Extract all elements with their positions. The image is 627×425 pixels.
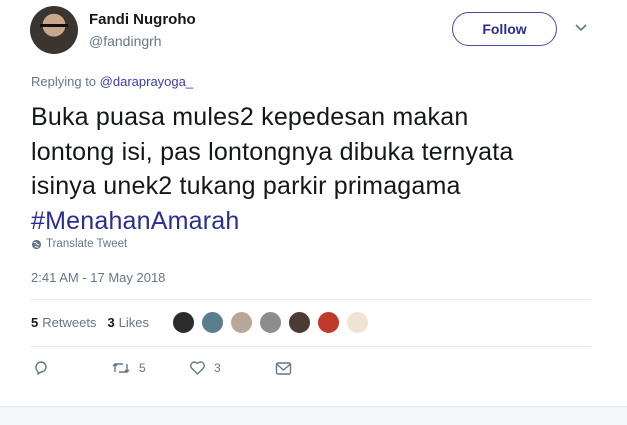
heart-icon [190, 361, 205, 375]
like-action[interactable]: 3 [189, 360, 275, 376]
tweet-line: Buka puasa mules2 kepedesan makan [31, 103, 469, 131]
likes-stat[interactable]: 3 Likes [107, 315, 149, 330]
retweet-action[interactable]: 5 [111, 360, 189, 376]
divider [31, 346, 591, 347]
tweet-stats: 5 Retweets 3 Likes [31, 315, 160, 330]
follow-button[interactable]: Follow [452, 12, 557, 46]
translate-label: Translate Tweet [46, 238, 128, 250]
likes-label: Likes [118, 315, 150, 330]
tweet-text: Buka puasa mules2 kepedesan makan lonton… [31, 100, 591, 238]
replying-target-link[interactable]: @daraprayoga_ [100, 74, 193, 89]
liker-avatar[interactable] [201, 311, 224, 334]
liker-avatar[interactable] [259, 311, 282, 334]
liker-avatar[interactable] [230, 311, 253, 334]
reply-action[interactable] [33, 360, 111, 376]
likers-list [172, 311, 375, 334]
divider [31, 299, 591, 300]
author-avatar[interactable] [30, 6, 78, 54]
tweet-timestamp[interactable]: 2:41 AM - 17 May 2018 [31, 270, 165, 285]
retweet-count: 5 [139, 361, 146, 375]
like-count: 3 [214, 361, 221, 375]
footer-bar [0, 406, 627, 425]
likes-count: 3 [107, 315, 115, 330]
reply-icon [35, 361, 47, 376]
liker-avatar[interactable] [172, 311, 195, 334]
liker-avatar[interactable] [317, 311, 340, 334]
tweet-card: Fandi Nugroho @fandingrh Follow Replying… [0, 0, 627, 425]
retweets-count: 5 [31, 315, 39, 330]
direct-message-action[interactable] [275, 361, 292, 376]
author-handle[interactable]: @fandingrh [89, 33, 162, 49]
retweet-icon [112, 363, 130, 373]
retweets-label: Retweets [42, 315, 97, 330]
replying-to: Replying to @daraprayoga_ [31, 74, 193, 89]
chevron-down-icon[interactable] [575, 22, 587, 34]
tweet-line: isinya unek2 tukang parkir primagama [31, 172, 461, 200]
liker-avatar[interactable] [288, 311, 311, 334]
retweets-stat[interactable]: 5 Retweets [31, 315, 96, 330]
liker-avatar[interactable] [346, 311, 369, 334]
replying-prefix: Replying to [31, 74, 97, 89]
globe-icon [31, 239, 42, 249]
avatar-glasses [40, 24, 68, 32]
translate-tweet[interactable]: Translate Tweet [31, 238, 127, 250]
envelope-icon [275, 361, 292, 375]
tweet-actions: 5 3 [33, 360, 292, 376]
tweet-line: lontong isi, pas lontongnya dibuka terny… [31, 137, 514, 166]
hashtag-link[interactable]: #MenahanAmarah [31, 204, 591, 239]
author-name[interactable]: Fandi Nugroho [89, 11, 196, 28]
